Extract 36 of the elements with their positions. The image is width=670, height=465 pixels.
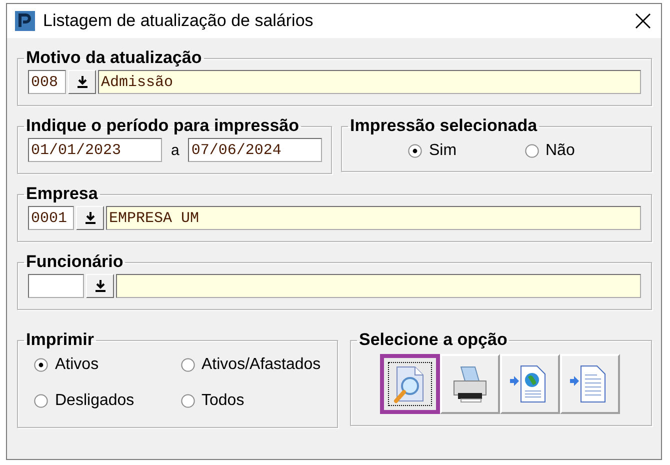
group-label: Indique o período para impressão <box>25 116 300 136</box>
download-arrow-icon <box>94 280 106 292</box>
print-button[interactable] <box>440 354 500 414</box>
radio-button[interactable]: Não <box>524 142 641 160</box>
group-label: Impressão selecionada <box>349 116 538 136</box>
code-field[interactable] <box>28 274 84 298</box>
radio-button[interactable]: Desligados <box>34 392 180 410</box>
end-date-field[interactable]: 07/06/2024 <box>188 138 322 162</box>
download-arrow-icon <box>76 76 88 88</box>
lookup-button[interactable] <box>68 70 96 94</box>
code-field[interactable]: 0001 <box>28 206 74 230</box>
download-arrow-icon <box>84 212 96 224</box>
group-label: Funcionário <box>25 252 124 272</box>
group-label: Imprimir <box>25 330 96 350</box>
web-export-button[interactable] <box>500 354 560 414</box>
radio-button[interactable]: Sim <box>408 142 524 160</box>
description-field[interactable] <box>116 274 641 298</box>
description-field[interactable]: Admissão <box>98 70 641 94</box>
start-date-field[interactable]: 01/01/2023 <box>28 138 162 162</box>
document-magnifier-icon <box>389 363 431 405</box>
radio-button[interactable]: Ativos/Afastados <box>180 356 327 374</box>
radio-button[interactable]: Todos <box>180 392 327 410</box>
description-field[interactable]: EMPRESA UM <box>106 206 641 230</box>
app-logo-icon <box>15 11 35 31</box>
close-icon[interactable] <box>635 13 651 29</box>
group-label: Empresa <box>25 184 99 204</box>
document-export-button[interactable] <box>560 354 620 414</box>
lookup-button[interactable] <box>86 274 114 298</box>
group-label: Motivo da atualização <box>25 48 203 68</box>
radio-button[interactable]: Ativos <box>34 356 180 374</box>
range-separator: a <box>171 142 180 158</box>
code-field[interactable]: 008 <box>28 70 66 94</box>
preview-button[interactable] <box>380 354 440 414</box>
lookup-button[interactable] <box>76 206 104 230</box>
group-label: Selecione a opção <box>358 330 508 350</box>
window-title: Listagem de atualização de salários <box>43 11 314 31</box>
